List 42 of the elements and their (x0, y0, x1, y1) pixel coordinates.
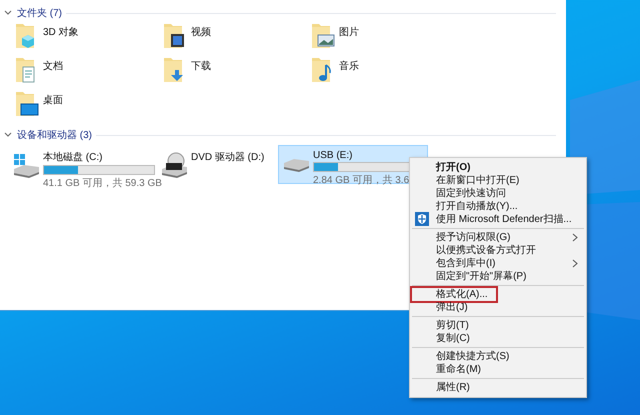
drive-name: DVD 驱动器 (D:) (191, 151, 264, 164)
folder-name: 3D 对象 (43, 26, 79, 39)
folder-name: 下载 (191, 60, 211, 73)
menu-item[interactable]: 格式化(A)... (412, 288, 496, 301)
drive-icon (282, 158, 310, 172)
folder-item[interactable]: 文档 (14, 56, 162, 90)
drive-icon (12, 152, 40, 178)
section-title: 设备和驱动器 (3) (17, 128, 92, 142)
drive-item[interactable]: USB (E:) 2.84 GB 可用，共 3.6 (278, 145, 428, 184)
folder-item[interactable]: 下载 (162, 56, 310, 90)
folder-icon (14, 90, 40, 118)
menu-item[interactable]: 包含到库中(I) (412, 257, 584, 270)
section-title: 文件夹 (7) (17, 6, 62, 20)
menu-item[interactable]: 打开自动播放(Y)... (412, 200, 584, 213)
folder-name: 视频 (191, 26, 211, 39)
free-space-text: 41.1 GB 可用，共 59.3 GB (43, 176, 162, 190)
folder-name: 桌面 (43, 94, 63, 107)
menu-item[interactable]: 使用 Microsoft Defender扫描... (412, 213, 584, 226)
menu-item[interactable]: 弹出(J) (412, 301, 584, 314)
dvd-drive-icon (160, 152, 188, 178)
folder-item[interactable]: 音乐 (310, 56, 458, 90)
free-space-text: 2.84 GB 可用，共 3.6 (313, 174, 410, 187)
folder-item[interactable]: 视频 (162, 22, 310, 56)
folder-item[interactable]: 3D 对象 (14, 22, 162, 56)
folder-item[interactable]: 图片 (310, 22, 458, 56)
menu-item[interactable]: 复制(C) (412, 332, 584, 345)
menu-item[interactable]: 固定到快速访问 (412, 187, 584, 200)
folder-name: 音乐 (339, 60, 359, 73)
folder-item[interactable]: 桌面 (14, 90, 162, 124)
folder-name: 文档 (43, 60, 63, 73)
drive-name: USB (E:) (313, 150, 354, 161)
drive-name: 本地磁盘 (C:) (43, 150, 104, 164)
menu-item[interactable]: 以便携式设备方式打开 (412, 244, 584, 257)
menu-item[interactable]: 固定到"开始"屏幕(P) (412, 270, 584, 283)
menu-item[interactable]: 授予访问权限(G) (412, 231, 584, 244)
menu-item[interactable]: 剪切(T) (412, 319, 584, 332)
menu-item[interactable]: 属性(R) (412, 381, 584, 394)
folder-name: 图片 (339, 26, 359, 39)
menu-item[interactable]: 创建快捷方式(S) (412, 350, 584, 363)
shield-icon (415, 212, 429, 226)
folder-icon (310, 22, 336, 50)
menu-item[interactable]: 重命名(M) (412, 363, 584, 376)
